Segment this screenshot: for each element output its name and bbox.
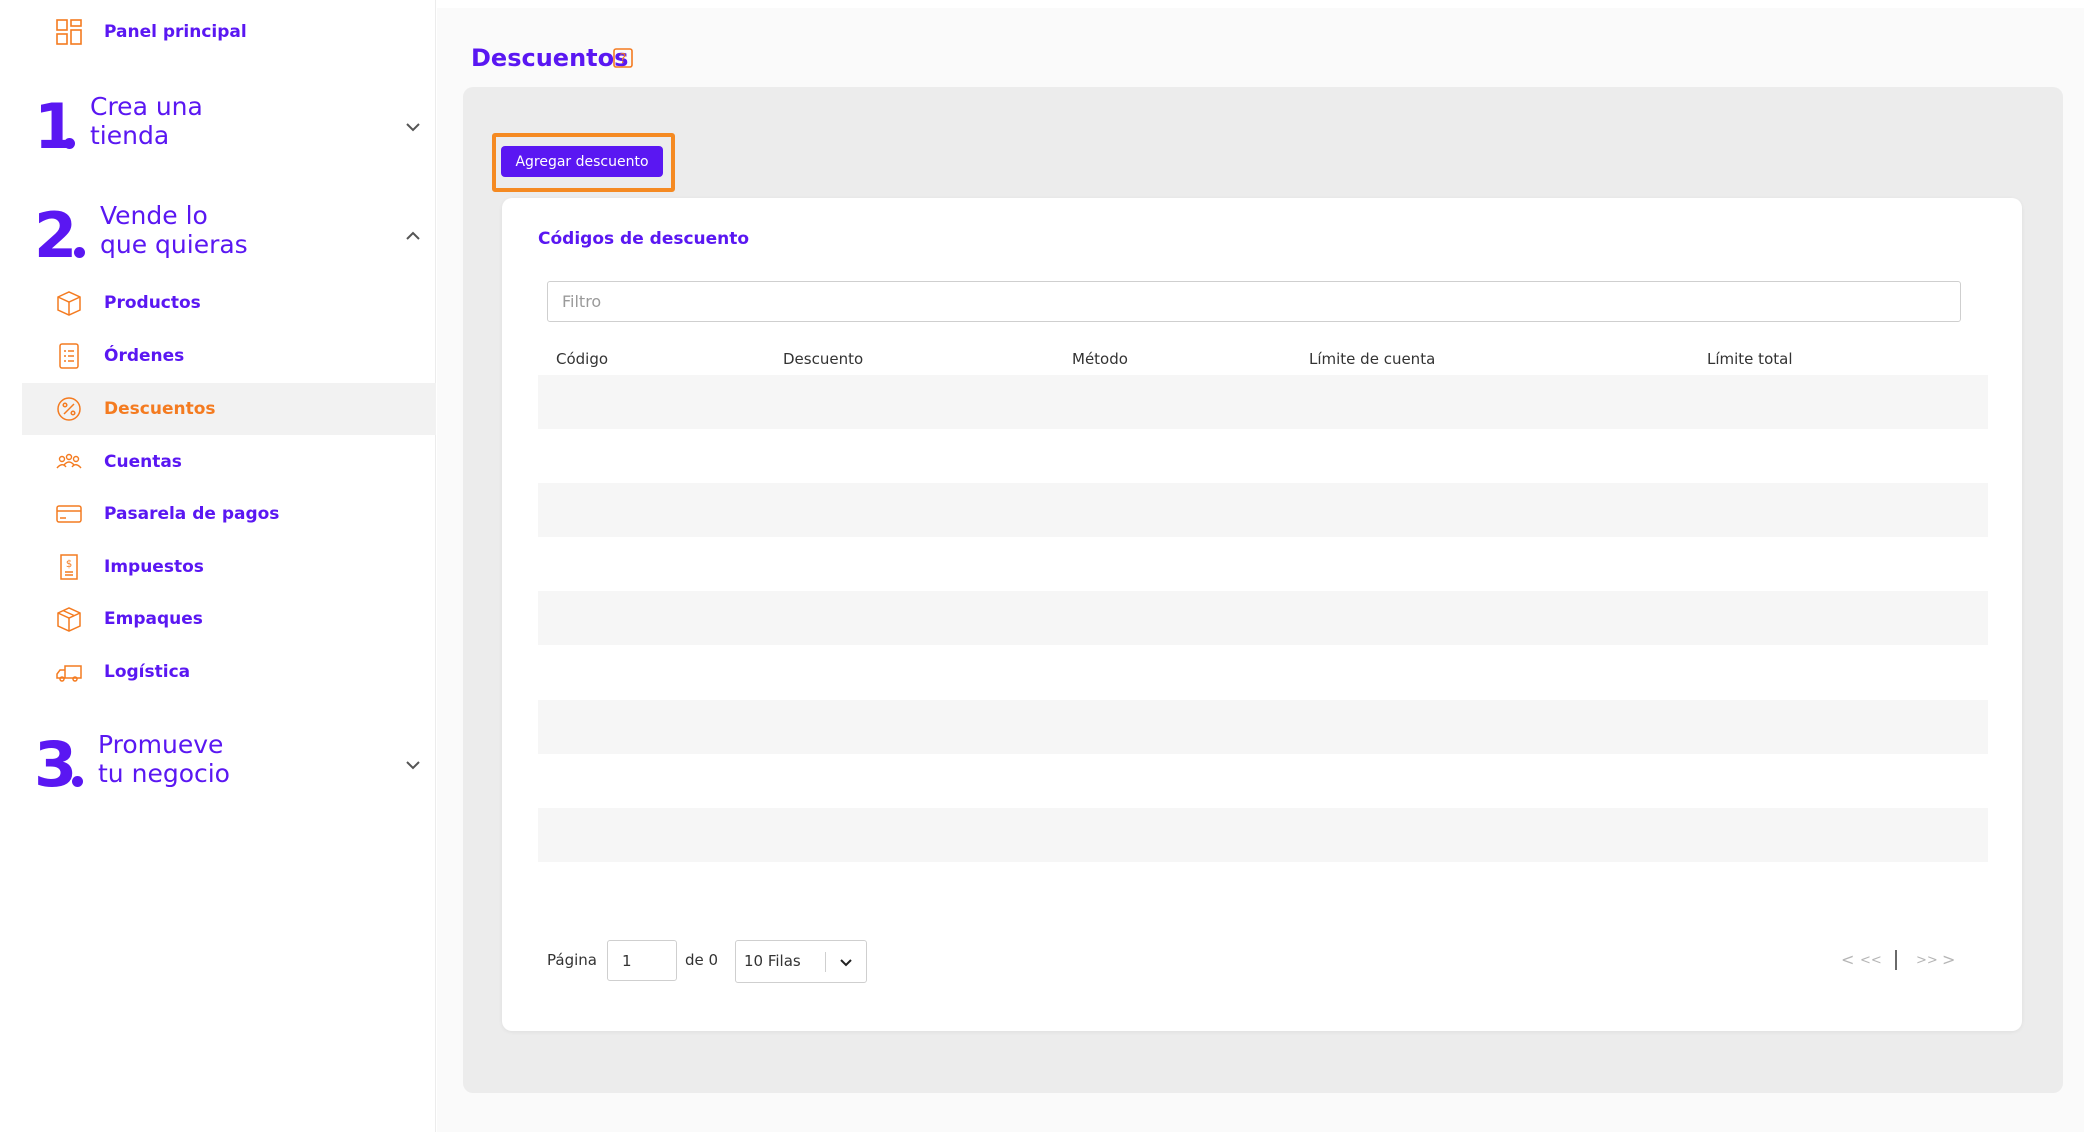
- section-number: 2: [34, 199, 77, 272]
- sidebar-item-descuentos[interactable]: Descuentos: [22, 383, 436, 435]
- section-dot: [74, 247, 85, 258]
- section-dot: [72, 776, 83, 787]
- section-vende-lo-que-quieras[interactable]: 2 Vende lo que quieras: [34, 201, 424, 271]
- sidebar-item-ordenes[interactable]: Órdenes: [22, 330, 436, 382]
- table-row: [538, 645, 1988, 699]
- sidebar-item-label: Pasarela de pagos: [104, 504, 280, 524]
- pagination-divider: [1895, 950, 1897, 970]
- clipboard-list-icon: [54, 341, 84, 371]
- select-divider: [825, 952, 826, 972]
- percent-badge-icon: [54, 394, 84, 424]
- sidebar: Panel principal 1 Crea una tienda 2 Vend…: [0, 0, 436, 1132]
- sidebar-item-label: Empaques: [104, 609, 203, 629]
- rows-per-page-value: 10 Filas: [744, 952, 801, 970]
- sidebar-item-label: Productos: [104, 293, 201, 313]
- chevron-up-icon: [406, 231, 420, 240]
- sidebar-item-productos[interactable]: Productos: [22, 277, 436, 329]
- section-title-line1: Promueve: [98, 730, 224, 759]
- sidebar-item-label: Cuentas: [104, 452, 182, 472]
- sidebar-item-panel-principal[interactable]: Panel principal: [22, 6, 436, 58]
- table-row: [538, 862, 1988, 916]
- table-row: [538, 429, 1988, 483]
- rows-per-page-select[interactable]: 10 Filas: [735, 940, 867, 983]
- dashboard-icon: [54, 17, 84, 47]
- column-header-metodo[interactable]: Método: [1072, 350, 1128, 368]
- chevron-down-icon: [840, 959, 852, 967]
- chevron-down-icon: [406, 761, 420, 770]
- section-number: 1: [34, 90, 77, 163]
- sidebar-item-label: Panel principal: [104, 22, 247, 42]
- prev-page-button[interactable]: <: [1841, 950, 1854, 969]
- sidebar-item-label: Impuestos: [104, 557, 204, 577]
- page-count-label: de 0: [685, 951, 719, 969]
- section-title-line2: que quieras: [100, 230, 248, 259]
- column-header-limite-de-cuenta[interactable]: Límite de cuenta: [1309, 350, 1435, 368]
- svg-text:?: ?: [620, 52, 627, 67]
- sidebar-item-pasarela-de-pagos[interactable]: Pasarela de pagos: [22, 488, 436, 540]
- section-promueve-tu-negocio[interactable]: 3 Promueve tu negocio: [34, 730, 424, 800]
- sidebar-item-impuestos[interactable]: $ Impuestos: [22, 541, 436, 593]
- table-row: [538, 808, 1988, 862]
- box-icon: [54, 288, 84, 318]
- section-dot: [64, 138, 75, 149]
- sidebar-item-logistica[interactable]: Logística: [22, 646, 436, 698]
- first-page-button[interactable]: <<: [1860, 953, 1882, 968]
- page-title: Descuentos: [471, 44, 629, 72]
- card-title: Códigos de descuento: [538, 229, 750, 249]
- sidebar-item-label: Descuentos: [104, 399, 216, 419]
- sidebar-item-empaques[interactable]: Empaques: [22, 593, 436, 645]
- table-row: [538, 483, 1988, 537]
- sidebar-item-cuentas[interactable]: Cuentas: [22, 436, 436, 488]
- chevron-down-icon: [406, 123, 420, 132]
- credit-card-icon: [54, 499, 84, 529]
- add-discount-button[interactable]: Agregar descuento: [501, 146, 663, 177]
- last-page-button[interactable]: >>: [1916, 953, 1938, 968]
- section-title-line2: tu negocio: [98, 759, 230, 788]
- column-header-codigo[interactable]: Código: [556, 350, 608, 368]
- section-title-line2: tienda: [90, 121, 170, 150]
- filter-input[interactable]: [547, 281, 1961, 322]
- sidebar-item-label: Logística: [104, 662, 191, 682]
- table-row: [538, 537, 1988, 591]
- truck-icon: [54, 657, 84, 687]
- table-row: [538, 754, 1988, 808]
- receipt-icon: $: [54, 552, 84, 582]
- users-icon: [54, 447, 84, 477]
- column-header-descuento[interactable]: Descuento: [783, 350, 863, 368]
- section-title-line1: Crea una: [90, 92, 203, 121]
- section-number: 3: [34, 728, 77, 801]
- page-number-input[interactable]: [607, 940, 677, 981]
- table-row: [538, 375, 1988, 429]
- column-header-limite-total[interactable]: Límite total: [1707, 350, 1792, 368]
- package-icon: [54, 604, 84, 634]
- table-row: [538, 591, 1988, 645]
- help-icon[interactable]: ?: [612, 47, 634, 69]
- section-crea-una-tienda[interactable]: 1 Crea una tienda: [34, 92, 424, 162]
- svg-text:$: $: [66, 559, 72, 570]
- section-title-line1: Vende lo: [100, 201, 208, 230]
- table-row: [538, 700, 1988, 754]
- next-page-button[interactable]: >: [1942, 950, 1955, 969]
- sidebar-item-label: Órdenes: [104, 346, 185, 366]
- page-label: Página: [547, 951, 597, 969]
